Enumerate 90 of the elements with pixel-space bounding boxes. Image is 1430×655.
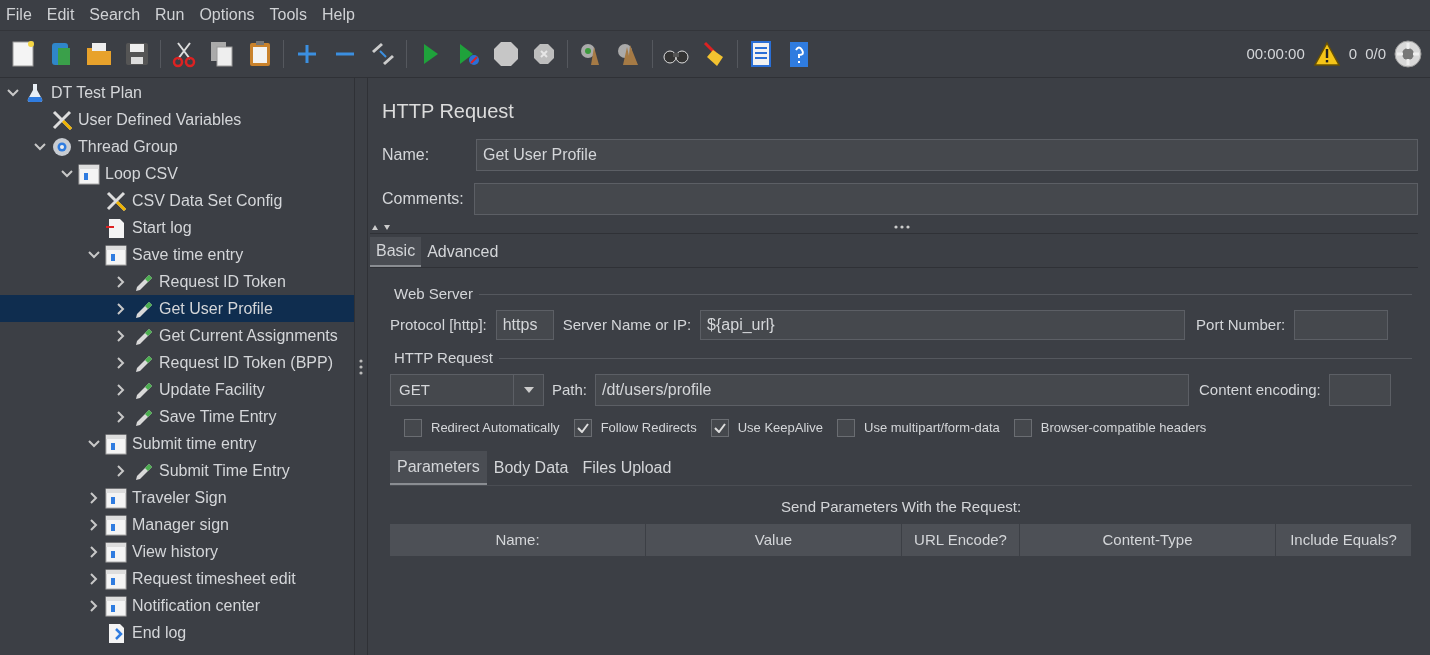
panel-title: HTTP Request	[381, 99, 515, 124]
column-header[interactable]: Value	[646, 524, 902, 556]
tree-item[interactable]: Loop CSV	[105, 161, 178, 186]
checkbox-label: Browser-compatible headers	[1040, 419, 1207, 437]
path-field[interactable]: /dt/users/profile	[595, 374, 1190, 406]
tree-item[interactable]: Get User Profile	[159, 296, 273, 321]
tree-item[interactable]: Thread Group	[78, 134, 178, 159]
menu-item[interactable]: File	[6, 3, 32, 27]
method-dropdown[interactable]: GET	[390, 374, 544, 406]
window-icon	[105, 513, 127, 536]
tree-item[interactable]: End log	[132, 620, 187, 645]
tree-item[interactable]: Notification center	[132, 593, 261, 618]
window-icon	[105, 432, 127, 455]
window-icon	[105, 486, 127, 509]
dropdown-caret-icon	[522, 386, 535, 394]
menu-item[interactable]: Options	[199, 3, 255, 27]
wrench-screwdriver-icon	[105, 189, 127, 212]
name-field[interactable]: Get User Profile	[476, 139, 1418, 171]
checkbox[interactable]	[837, 418, 855, 437]
checkbox-label: Follow Redirects	[600, 419, 697, 437]
window-icon	[105, 540, 127, 563]
column-header[interactable]: Name:	[390, 524, 646, 556]
checkmark-icon	[713, 422, 726, 433]
window-icon	[105, 594, 127, 617]
content-encoding-field[interactable]	[1328, 374, 1391, 406]
column-header[interactable]: Include Equals?	[1276, 524, 1412, 556]
checkbox[interactable]	[710, 418, 729, 437]
tree-item[interactable]: Get Current Assignments	[159, 323, 338, 348]
tab[interactable]: Body Data	[486, 450, 576, 485]
tree-item[interactable]: Save time entry	[132, 242, 244, 267]
menu-item[interactable]: Run	[155, 3, 185, 27]
tree-item[interactable]: Request ID Token	[159, 269, 286, 294]
checkmark-icon	[576, 422, 589, 433]
tree-item[interactable]: Manager sign	[132, 512, 229, 537]
section-heading: HTTP Request	[393, 347, 493, 368]
field-label: Port Number:	[1196, 314, 1286, 335]
column-header[interactable]: Content-Type	[1020, 524, 1276, 556]
port-field[interactable]	[1294, 310, 1389, 340]
tab[interactable]: Parameters	[390, 450, 487, 485]
checkbox-label: Use multipart/form-data	[864, 419, 1000, 437]
checkbox[interactable]	[1013, 418, 1032, 437]
splitter-handle-icon[interactable]	[894, 224, 910, 229]
globe-icon[interactable]	[1394, 40, 1422, 68]
comments-field[interactable]	[474, 183, 1418, 215]
tab[interactable]: Files Upload	[575, 450, 679, 485]
field-label: Content encoding:	[1199, 379, 1321, 400]
tab[interactable]: Basic	[370, 237, 422, 267]
tree-item[interactable]: Request ID Token (BPP)	[159, 350, 333, 375]
document-icon	[105, 216, 127, 239]
tree-item[interactable]: Save Time Entry	[159, 404, 277, 429]
table-caption: Send Parameters With the Request:	[779, 496, 1023, 517]
tree-item[interactable]: User Defined Variables	[78, 107, 242, 132]
splitter-handle-icon[interactable]	[359, 358, 364, 375]
checkbox[interactable]	[404, 418, 422, 437]
warning-icon	[1312, 41, 1341, 67]
tree-item[interactable]: Start log	[132, 215, 192, 240]
field-label: Path:	[552, 379, 588, 400]
tree-item[interactable]: Request timesheet edit	[132, 566, 296, 591]
warning-count: 0	[1348, 43, 1358, 64]
gear-icon	[51, 135, 73, 158]
tree-item[interactable]: Traveler Sign	[132, 485, 227, 510]
tree-item[interactable]: Submit Time Entry	[159, 458, 290, 483]
column-header[interactable]: URL Encode?	[902, 524, 1020, 556]
window-icon	[78, 162, 100, 185]
tree-item[interactable]: DT Test Plan	[51, 80, 142, 105]
elapsed-time: 00:00:00	[1246, 43, 1305, 64]
checkbox-label: Use KeepAlive	[737, 419, 823, 437]
thread-count: 0/0	[1365, 43, 1386, 64]
checkbox-label: Redirect Automatically	[431, 419, 560, 437]
menu-item[interactable]: Tools	[269, 3, 307, 27]
tree-item[interactable]: CSV Data Set Config	[132, 188, 283, 213]
tree-item[interactable]: Update Facility	[159, 377, 265, 402]
window-icon	[105, 567, 127, 590]
field-label: Name:	[382, 145, 431, 165]
tree-item[interactable]: View history	[132, 539, 218, 564]
field-label: Server Name or IP:	[562, 314, 692, 335]
tree-item[interactable]: Submit time entry	[132, 431, 257, 456]
server-field[interactable]: ${api_url}	[700, 310, 1186, 340]
menu-item[interactable]: Help	[321, 3, 355, 27]
wrench-screwdriver-icon	[51, 108, 73, 131]
field-label: Protocol [http]:	[390, 314, 487, 335]
section-heading: Web Server	[393, 283, 473, 304]
menu-item[interactable]: Edit	[46, 3, 75, 27]
window-icon	[105, 243, 127, 266]
menu-item[interactable]: Search	[89, 3, 141, 27]
tab[interactable]: Advanced	[421, 237, 505, 267]
stop-icon[interactable]	[491, 39, 521, 69]
field-label: Comments:	[382, 189, 464, 209]
protocol-field[interactable]: https	[495, 310, 554, 340]
checkbox[interactable]	[573, 418, 592, 437]
